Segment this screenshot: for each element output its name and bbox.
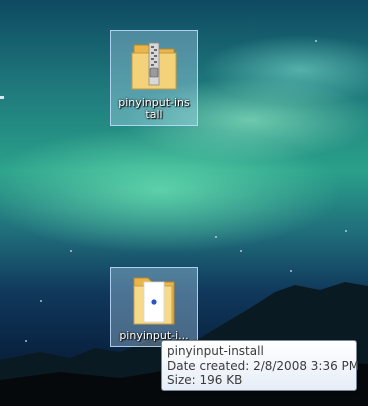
zip-folder-icon	[131, 42, 177, 90]
file-info-tooltip: pinyinput-install Date created: 2/8/2008…	[161, 340, 360, 391]
folder-icon	[133, 277, 175, 325]
icon-label: pinyinput-ins tall	[118, 96, 190, 121]
offscreen-icon-fragment	[0, 96, 4, 99]
tooltip-size: Size: 196 KB	[167, 373, 243, 387]
desktop-wallpaper: pinyinput-ins tall pinyinput-i... pinyin…	[0, 0, 368, 406]
tooltip-filename: pinyinput-install	[167, 344, 264, 358]
desktop-icon-pinyinput-install-folder[interactable]: pinyinput-i...	[110, 267, 198, 347]
desktop-icon-pinyinput-install-zip[interactable]: pinyinput-ins tall	[110, 30, 198, 126]
tooltip-date-created: Date created: 2/8/2008 3:36 PM	[167, 358, 360, 373]
